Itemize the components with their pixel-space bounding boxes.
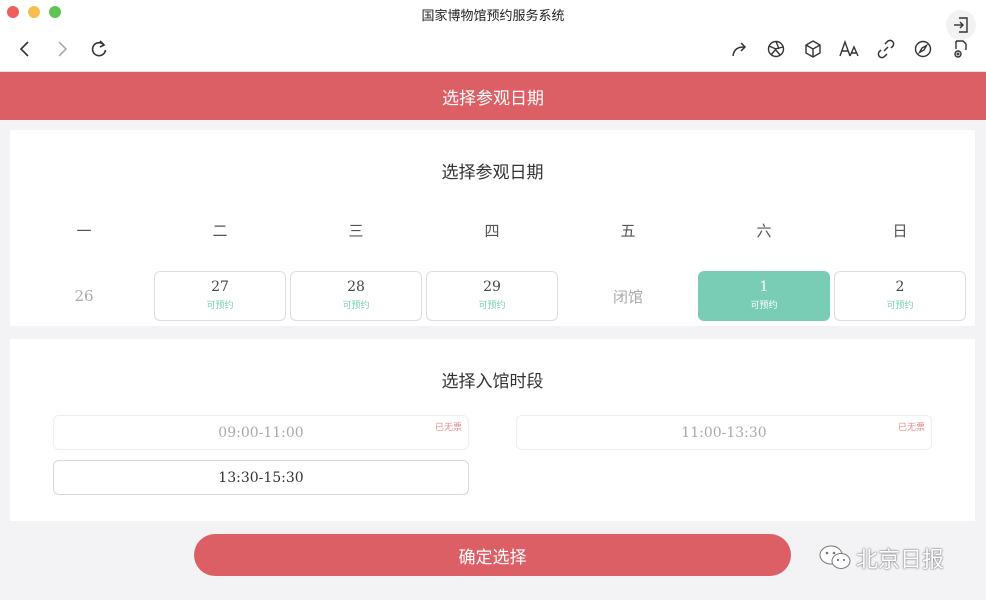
day-cell[interactable]: 28 可预约 [290, 271, 422, 321]
link-icon [877, 39, 895, 59]
day-status: 可预约 [206, 301, 234, 311]
page-header-banner: 选择参观日期 [0, 72, 986, 120]
font-size-icon [839, 39, 859, 57]
weekday-label: 六 [756, 222, 772, 240]
time-slot-label: 11:00-13:30 [681, 424, 767, 441]
time-slot[interactable]: 13:30-15:30 [53, 460, 469, 495]
sold-out-badge: 已无票 [434, 423, 462, 433]
window-title: 国家博物馆预约服务系统 [421, 9, 565, 24]
day-number: 28 [347, 279, 365, 295]
back-button[interactable] [13, 37, 37, 61]
day-number: 2 [895, 279, 905, 295]
day-number: 27 [211, 279, 229, 295]
forward-icon [58, 41, 68, 57]
day-number: 29 [483, 279, 501, 295]
reload-icon [91, 40, 107, 57]
cube-button[interactable] [802, 38, 824, 60]
date-selection-card: 选择参观日期 一 二 三 四 五 六 日 26 27 可预约 28 可预约 29… [10, 130, 975, 326]
reload-button[interactable] [87, 37, 111, 61]
window-titlebar: 国家博物馆预约服务系统 [0, 0, 986, 72]
compass-button[interactable] [912, 38, 934, 60]
wechat-icon [819, 545, 851, 569]
document-settings-icon [954, 40, 967, 58]
day-status: 可预约 [750, 301, 778, 311]
watermark-text: 北京日报 [856, 548, 945, 573]
weekday-label: 二 [212, 222, 228, 240]
weekday-label: 日 [892, 222, 908, 240]
aperture-button[interactable] [765, 38, 787, 60]
watermark: 北京日报 [818, 541, 944, 575]
day-cell[interactable]: 2 可预约 [834, 271, 966, 321]
time-slot-label: 09:00-11:00 [218, 424, 304, 441]
day-cell-selected[interactable]: 1 可预约 [698, 271, 830, 321]
day-status: 可预约 [886, 301, 914, 311]
time-slot-card: 选择入馆时段 09:00-11:00 已无票 11:00-13:30 已无票 1… [10, 339, 975, 521]
day-status: 可预约 [342, 301, 370, 311]
font-size-button[interactable] [838, 38, 860, 60]
day-cell-unavailable: 26 [74, 287, 94, 305]
document-settings-button[interactable] [949, 38, 971, 60]
back-icon [19, 41, 29, 57]
day-number: 1 [759, 279, 769, 295]
day-cell[interactable]: 27 可预约 [154, 271, 286, 321]
compass-icon [914, 40, 932, 58]
link-button[interactable] [875, 38, 897, 60]
exit-icon [954, 17, 968, 33]
exit-button[interactable] [946, 10, 976, 40]
time-slot-sold-out[interactable]: 11:00-13:30 已无票 [516, 415, 932, 450]
weekday-label: 五 [620, 222, 636, 240]
time-slot-label: 13:30-15:30 [218, 469, 304, 486]
confirm-selection-button[interactable]: 确定选择 [194, 534, 791, 576]
time-section-title: 选择入馆时段 [441, 372, 544, 392]
weekday-label: 四 [484, 222, 500, 240]
weekday-label: 一 [76, 222, 92, 240]
day-status: 可预约 [478, 301, 506, 311]
day-cell[interactable]: 29 可预约 [426, 271, 558, 321]
weekday-label: 三 [348, 222, 364, 240]
time-slot-sold-out[interactable]: 09:00-11:00 已无票 [53, 415, 469, 450]
sold-out-badge: 已无票 [897, 423, 925, 433]
day-cell-closed: 闭馆 [612, 287, 643, 306]
page-title: 选择参观日期 [442, 88, 544, 109]
date-section-title: 选择参观日期 [441, 163, 544, 183]
share-icon [732, 42, 747, 57]
cube-icon [805, 40, 821, 58]
share-button[interactable] [729, 38, 751, 60]
forward-button[interactable] [50, 37, 74, 61]
aperture-icon [767, 40, 785, 58]
